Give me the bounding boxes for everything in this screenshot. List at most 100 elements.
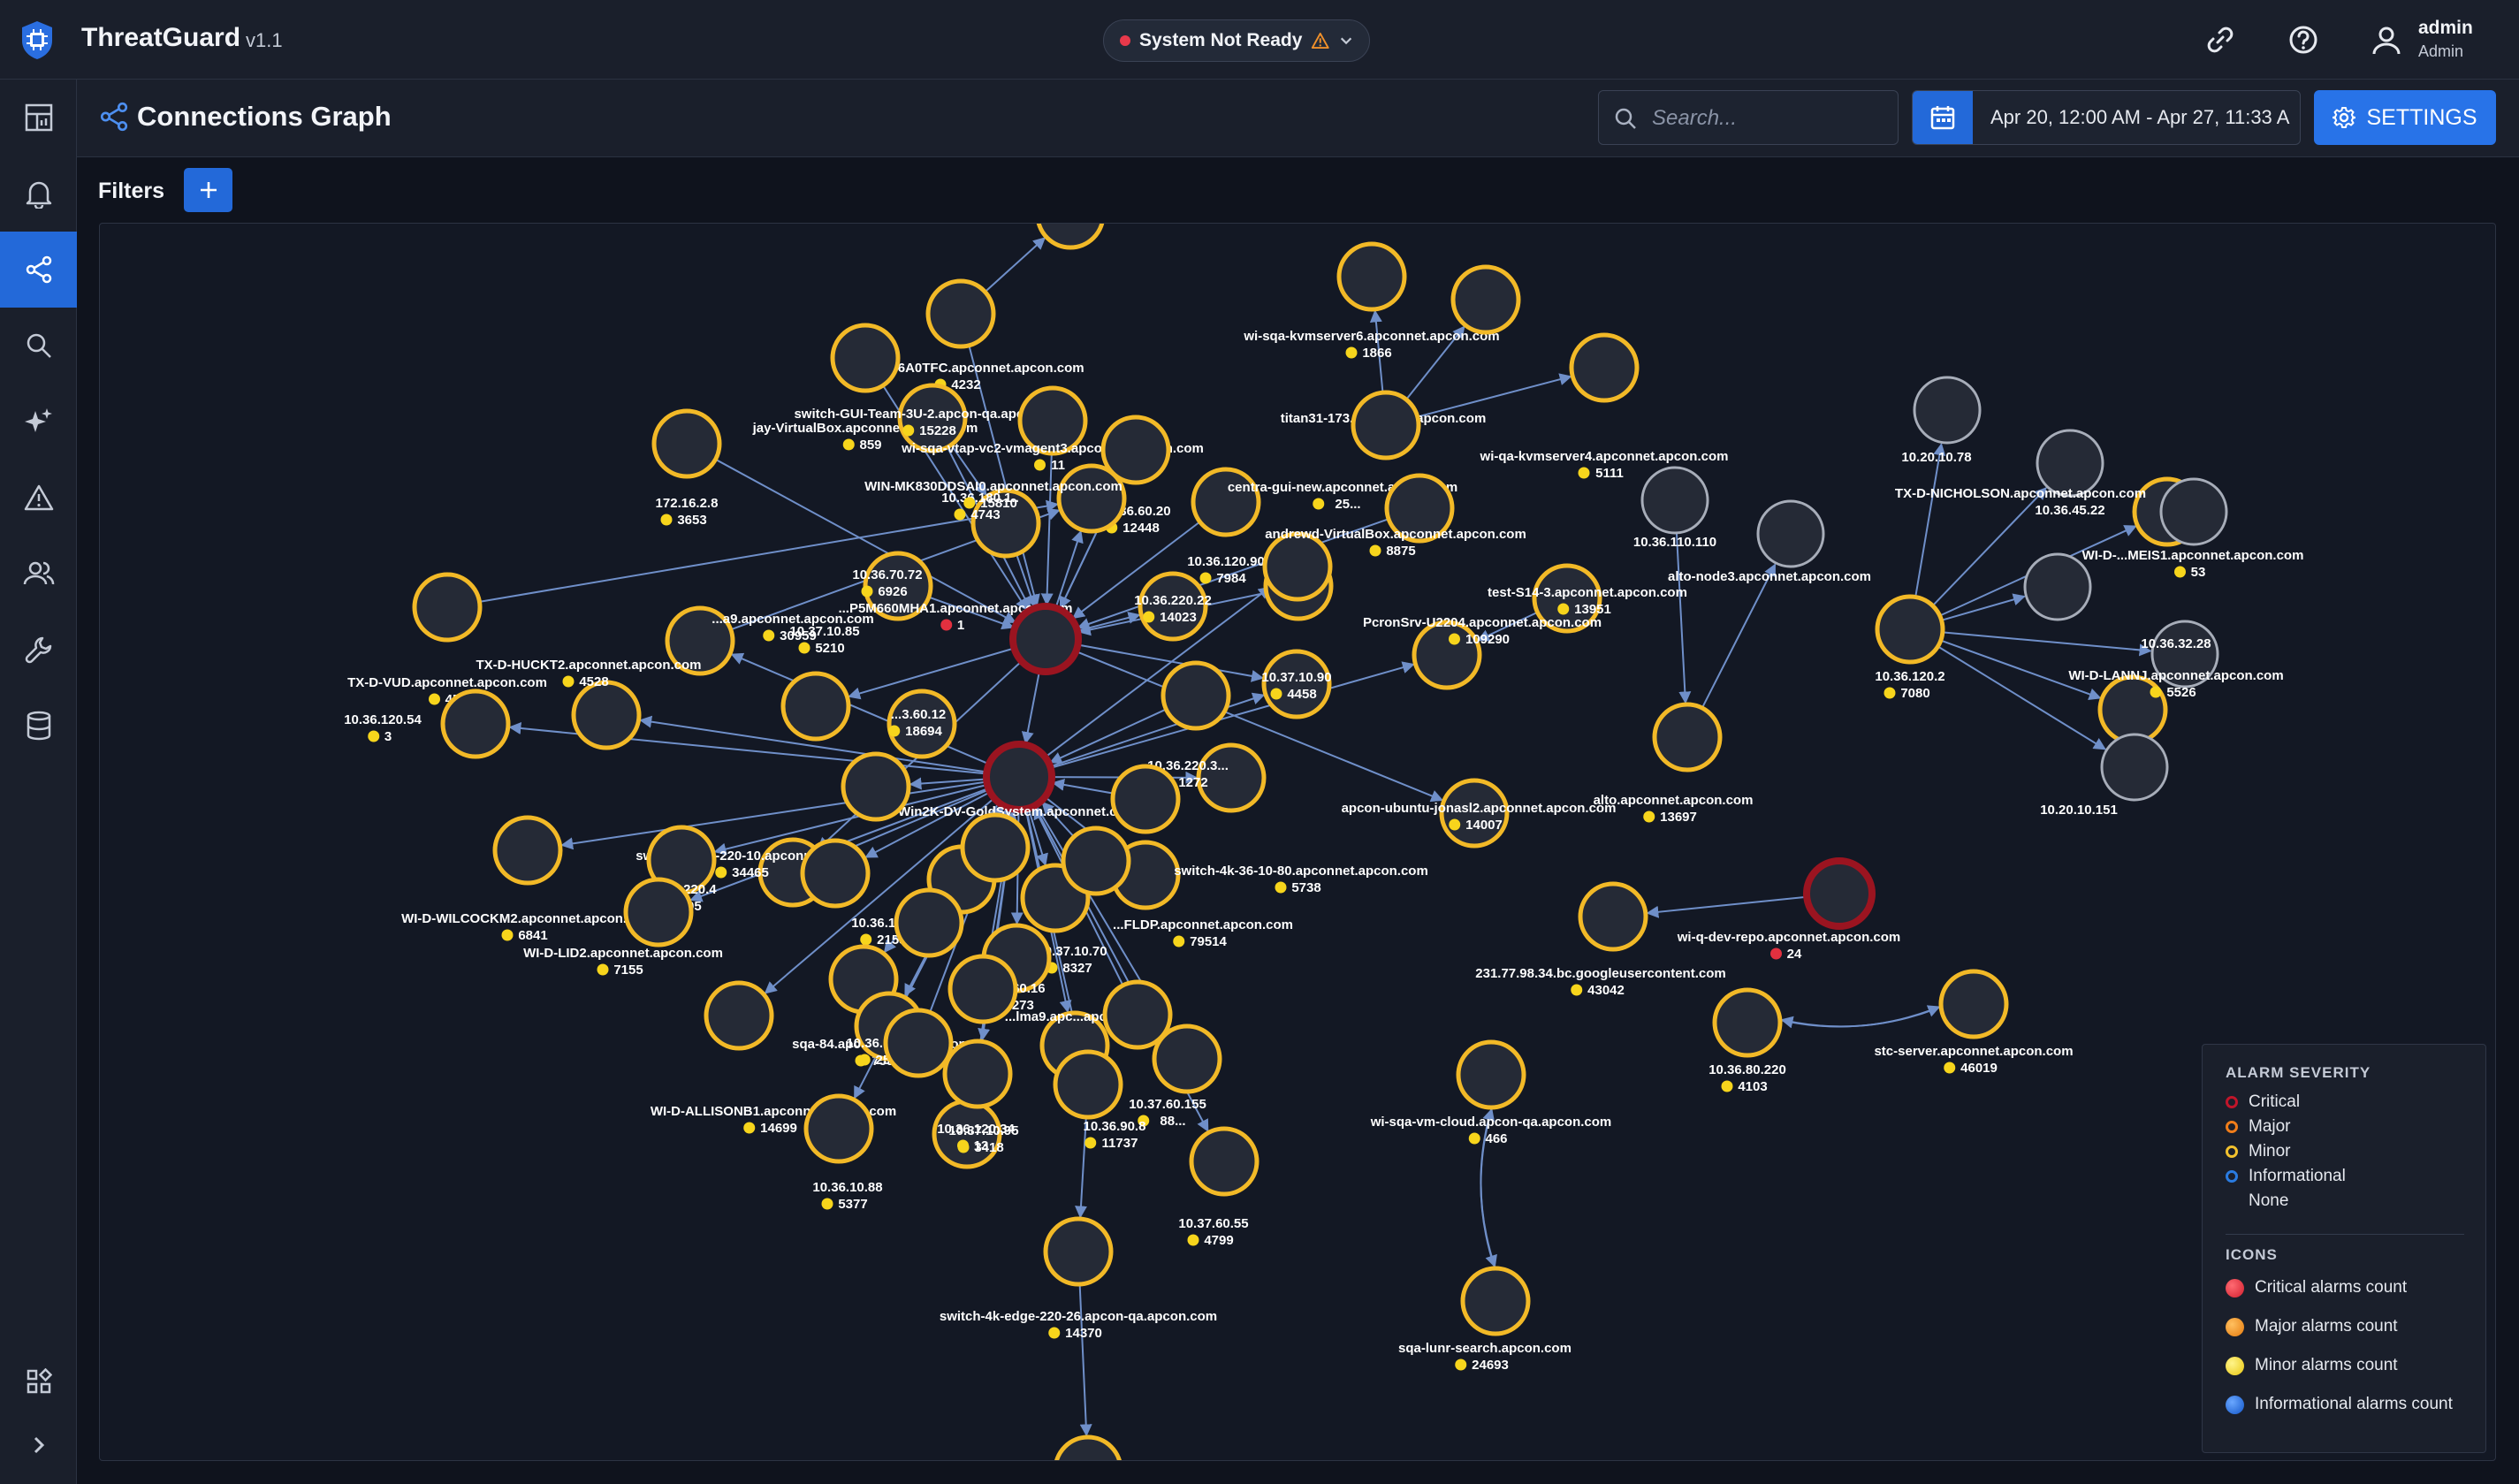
graph-node-circle[interactable]	[1262, 531, 1333, 602]
add-filter-button[interactable]	[184, 168, 232, 212]
graph-node[interactable]: 10.36.110.110	[1633, 466, 1716, 550]
graph-node[interactable]	[1009, 603, 1082, 675]
nav-tools[interactable]	[0, 612, 77, 688]
graph-node[interactable]	[1061, 826, 1131, 896]
nav-search[interactable]	[0, 308, 77, 384]
graph-node[interactable]: PcronSrv-U2204.apconnet.apcon.com 109290	[1363, 615, 1602, 690]
graph-node-circle[interactable]	[1456, 1039, 1526, 1110]
graph-node[interactable]	[1110, 764, 1181, 834]
graph-node[interactable]	[883, 1008, 954, 1078]
nav-ai-insights[interactable]	[0, 384, 77, 460]
graph-node-circle[interactable]	[571, 680, 642, 750]
graph-node-circle[interactable]	[942, 1039, 1013, 1109]
nav-alerts[interactable]	[0, 156, 77, 232]
graph-node[interactable]	[894, 887, 964, 958]
graph-node-circle[interactable]	[883, 1008, 954, 1078]
graph-node-circle[interactable]	[492, 815, 563, 886]
nav-dashboard[interactable]	[0, 80, 77, 156]
nav-users[interactable]	[0, 536, 77, 612]
graph-node-circle[interactable]	[2023, 552, 2092, 621]
graph-node[interactable]: 10.36.220.22 14023	[1134, 571, 1212, 642]
graph-node[interactable]: 10.36.120.2 7080	[1875, 594, 1945, 701]
expand-sidebar-button[interactable]	[0, 1407, 77, 1483]
graph-node-circle[interactable]	[894, 887, 964, 958]
graph-node[interactable]	[947, 954, 1018, 1024]
user-avatar-icon[interactable]	[2369, 22, 2404, 57]
graph-node[interactable]: stc-server.apconnet.apcon.com 46019	[1874, 969, 2074, 1076]
graph-node[interactable]: switch-4k-36-10-80.apconnet.apcon.com573…	[1110, 840, 1428, 910]
graph-node-circle[interactable]	[800, 838, 871, 909]
graph-node-circle[interactable]	[1043, 1216, 1114, 1287]
graph-node-circle[interactable]	[1102, 979, 1173, 1050]
graph-node[interactable]	[960, 812, 1031, 883]
graph-node[interactable]: apcon-ubuntu-jonasl2.apconnet.apcon.com 1…	[1342, 778, 1617, 849]
graph-node-circle[interactable]	[947, 954, 1018, 1024]
graph-node-circle[interactable]	[1053, 1049, 1123, 1120]
graph-node-circle[interactable]	[1569, 332, 1640, 403]
graph-node-circle[interactable]	[1712, 987, 1783, 1058]
nav-alarms[interactable]	[0, 460, 77, 536]
graph-node[interactable]: alto.apconnet.apcon.com 13697	[1594, 702, 1754, 825]
graph-node-circle[interactable]	[1054, 1435, 1122, 1461]
graph-node-circle[interactable]	[1110, 764, 1181, 834]
graph-node-circle[interactable]	[960, 812, 1031, 883]
graph-node[interactable]: 10.36.45.22	[2035, 429, 2105, 518]
graph-node-circle[interactable]	[623, 877, 694, 947]
graph-node[interactable]: TX-D-VUD.apconnet.apcon.com45	[347, 572, 547, 707]
graph-node-circle[interactable]	[1196, 742, 1267, 813]
graph-node-circle[interactable]	[830, 323, 901, 393]
graph-node[interactable]: 10.37.10.95 3418	[942, 1039, 1019, 1155]
graph-node[interactable]: WI-D-LANNJ.apconnet.apcon.com 5526	[2068, 668, 2284, 745]
graph-node-circle[interactable]	[1460, 1266, 1531, 1336]
graph-node[interactable]: TX-D-HUCKT2.apconnet.apcon.com4528	[476, 658, 702, 750]
settings-button[interactable]: SETTINGS	[2314, 90, 2496, 145]
graph-node-circle[interactable]	[1061, 826, 1131, 896]
graph-svg[interactable]: W...-4U5P6A0TFC.apconnet.apcon.com4232ja…	[100, 224, 2496, 1461]
graph-node[interactable]: 10.20.10.78	[1901, 376, 1982, 465]
graph-node-circle[interactable]	[1036, 224, 1105, 250]
graph-node-circle[interactable]	[925, 278, 996, 349]
graph-node[interactable]	[1036, 224, 1105, 250]
graph-node[interactable]: wi-qa-kvmserver4.apconnet.apcon.com 5111	[1480, 332, 1729, 481]
graph-node-circle[interactable]	[841, 751, 911, 822]
graph-node-circle[interactable]	[1578, 881, 1648, 952]
graph-node-circle[interactable]	[1756, 499, 1825, 568]
graph-node[interactable]: sqa-lunr-search.apcon.com 24693	[1398, 1266, 1572, 1373]
graph-node-circle[interactable]	[1640, 466, 1709, 535]
graph-node-circle[interactable]	[1652, 702, 1723, 772]
graph-node[interactable]: 10.20.10.151	[2040, 733, 2169, 818]
graph-node-circle[interactable]	[440, 689, 511, 759]
graph-node-circle[interactable]	[1450, 264, 1521, 335]
date-range-picker[interactable]: Apr 20, 12:00 AM - Apr 27, 11:33 AM	[1912, 90, 2301, 145]
graph-node-circle[interactable]	[412, 572, 483, 643]
graph-node[interactable]	[1054, 1435, 1122, 1461]
graph-node-circle[interactable]	[1161, 660, 1231, 731]
connections-graph-canvas[interactable]: W...-4U5P6A0TFC.apconnet.apcon.com 4232 ja…	[99, 223, 2496, 1461]
graph-node-circle[interactable]	[1009, 603, 1082, 675]
graph-node[interactable]: 10.37.10.90 4458	[1261, 649, 1332, 719]
graph-node-circle[interactable]	[2159, 477, 2228, 546]
graph-node-circle[interactable]	[1351, 390, 1421, 460]
graph-node-circle[interactable]	[1189, 1126, 1260, 1197]
graph-node-circle[interactable]	[2100, 733, 2169, 802]
graph-node-circle[interactable]	[1938, 969, 2009, 1039]
graph-node[interactable]: 172.16.2.8 3653	[651, 408, 722, 528]
graph-node-circle[interactable]	[1803, 857, 1876, 930]
graph-node-circle[interactable]	[1336, 241, 1407, 312]
graph-node[interactable]: wi-q-dev-repo.apconnet.apcon.com 24	[1677, 857, 1901, 962]
graph-node[interactable]	[1102, 979, 1173, 1050]
help-icon[interactable]	[2286, 22, 2321, 57]
graph-node-circle[interactable]	[651, 408, 722, 479]
link-icon[interactable]	[2203, 22, 2238, 57]
system-status-dropdown[interactable]: System Not Ready	[1103, 19, 1370, 62]
graph-node[interactable]	[2159, 477, 2228, 546]
graph-node[interactable]	[1161, 660, 1231, 731]
graph-node-circle[interactable]	[983, 741, 1055, 813]
graph-node-circle[interactable]	[1056, 463, 1127, 534]
nav-data[interactable]	[0, 688, 77, 764]
nav-connections-graph[interactable]	[0, 232, 77, 308]
graph-node-circle[interactable]	[803, 1093, 874, 1164]
graph-node[interactable]: 10.36.120.54 3	[344, 689, 511, 759]
search-input[interactable]	[1650, 102, 1892, 135]
graph-node-circle[interactable]	[1875, 594, 1945, 665]
